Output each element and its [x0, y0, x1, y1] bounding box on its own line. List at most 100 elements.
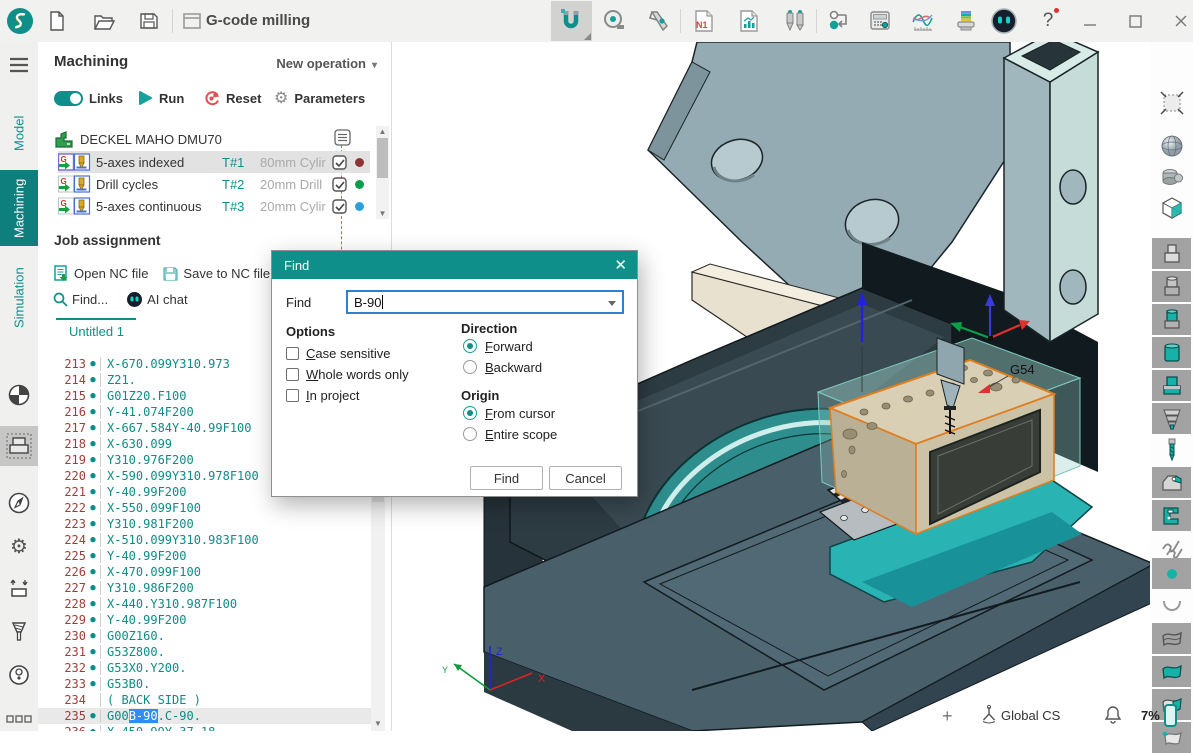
operation-row[interactable]: G 5-axes indexed T#1 80mm Cylir	[58, 151, 370, 173]
gcode-line[interactable]: 229●Y-40.99F200	[38, 612, 374, 628]
add-cs-button[interactable]: +	[942, 706, 953, 727]
additive-layers-icon[interactable]	[953, 9, 977, 33]
calculator-icon[interactable]	[868, 9, 892, 33]
find-button[interactable]: Find	[470, 466, 543, 490]
whole-words-checkbox[interactable]	[286, 368, 299, 381]
operation-link-icon[interactable]	[827, 9, 851, 33]
find-button-panel[interactable]: Find...	[52, 291, 108, 307]
reset-button[interactable]: Reset	[203, 88, 261, 108]
open-document-button[interactable]	[92, 9, 116, 33]
operation-checkbox[interactable]	[332, 199, 347, 214]
find-dialog-titlebar[interactable]: Find ✕	[272, 251, 637, 279]
gcode-line[interactable]: 227●Y310.986F200	[38, 580, 374, 596]
tab-model[interactable]: Model	[0, 108, 38, 158]
backward-radio[interactable]	[463, 360, 477, 374]
forward-label[interactable]: Forward	[485, 339, 533, 354]
from-cursor-label[interactable]: From cursor	[485, 406, 555, 421]
tab-machining[interactable]: Machining	[0, 170, 38, 246]
more-icon[interactable]	[0, 704, 38, 734]
caliper-icon[interactable]	[647, 9, 671, 33]
gcode-line[interactable]: 223●Y310.981F200	[38, 516, 374, 532]
shaded-view-icon[interactable]	[1152, 130, 1191, 161]
report-icon[interactable]	[737, 9, 761, 33]
maximize-button[interactable]	[1122, 9, 1148, 33]
cancel-button[interactable]: Cancel	[549, 466, 622, 490]
find-input[interactable]: B-90	[346, 290, 624, 314]
in-project-checkbox[interactable]	[286, 389, 299, 402]
open-nc-file-button[interactable]: Open NC file	[52, 264, 148, 282]
gcode-line[interactable]: 228●X-440.Y310.987F100	[38, 596, 374, 612]
global-cs-selector[interactable]: Global CS	[1001, 708, 1060, 723]
fit-view-icon[interactable]	[1152, 87, 1191, 118]
stock-wireframe-icon[interactable]	[1152, 238, 1191, 269]
points-icon[interactable]	[1152, 558, 1191, 589]
stock-icon[interactable]	[0, 380, 38, 410]
ai-chat-button[interactable]: AI chat	[126, 291, 187, 308]
gcode-line[interactable]: 225●Y-40.99F200	[38, 548, 374, 564]
chevron-down-icon[interactable]	[608, 301, 616, 306]
case-sens-checkbox[interactable]	[286, 347, 299, 360]
scroll-up-icon[interactable]: ▲	[376, 127, 389, 136]
ai-assistant-icon[interactable]	[990, 7, 1018, 35]
nc-tab-untitled[interactable]: Untitled 1	[69, 324, 124, 339]
gcode-line[interactable]: 233●G53B0.	[38, 676, 374, 692]
new-operation-button[interactable]: New operation▾	[276, 56, 377, 71]
part-view-icon[interactable]	[1152, 161, 1191, 192]
operation-row[interactable]: G 5-axes continuous T#3 20mm Cylir	[58, 195, 370, 217]
gcode-line[interactable]: 236●X-450.99Y-37.18	[38, 724, 374, 731]
stock-solid-icon[interactable]	[1152, 337, 1191, 368]
nc-program-icon[interactable]: N1	[692, 9, 716, 33]
run-button[interactable]: Run	[137, 88, 184, 108]
list-icon[interactable]	[334, 129, 351, 151]
tools-icon[interactable]	[781, 9, 805, 33]
parameters-button[interactable]: ⚙ Parameters	[274, 88, 365, 108]
menu-icon[interactable]	[0, 50, 38, 80]
stock-part-icon[interactable]	[1152, 304, 1191, 335]
toggle-switch[interactable]	[54, 91, 83, 106]
save-document-button[interactable]	[137, 9, 161, 33]
gcode-line[interactable]: 234( BACK SIDE )	[38, 692, 374, 708]
forward-radio[interactable]	[463, 339, 477, 353]
tab-simulation[interactable]: Simulation	[0, 260, 38, 336]
in-project-label[interactable]: In project	[306, 388, 360, 403]
close-button[interactable]	[1168, 9, 1193, 33]
surface-wireframe-icon[interactable]	[1152, 623, 1191, 654]
gcode-line[interactable]: 222●X-550.099F100	[38, 500, 374, 516]
fixture-icon[interactable]	[1152, 467, 1191, 498]
probe-icon[interactable]	[0, 660, 38, 690]
machine-node[interactable]: DECKEL MAHO DMU70	[54, 128, 222, 150]
iso-view-icon[interactable]	[1152, 192, 1191, 223]
magnet-snap-button[interactable]	[551, 1, 592, 41]
entire-scope-label[interactable]: Entire scope	[485, 427, 557, 442]
case-sens-label[interactable]: Case sensitive	[306, 346, 391, 361]
links-toggle[interactable]: Links	[54, 88, 123, 108]
operation-checkbox[interactable]	[332, 155, 347, 170]
scroll-down-icon[interactable]: ▼	[376, 209, 389, 218]
tool-icon[interactable]	[0, 617, 38, 647]
gcode-line[interactable]: 235●G00B-90.C-90.	[38, 708, 374, 724]
measure-tape-icon[interactable]	[602, 9, 626, 33]
workpiece-setup-icon[interactable]	[0, 574, 38, 604]
scroll-down-icon[interactable]: ▼	[371, 719, 385, 728]
holder-icon[interactable]	[1152, 403, 1191, 434]
from-cursor-radio[interactable]	[463, 406, 477, 420]
new-document-button[interactable]	[45, 9, 69, 33]
tool-drill-icon[interactable]	[1152, 434, 1191, 465]
gcode-line[interactable]: 226●X-470.099F100	[38, 564, 374, 580]
notifications-bell-icon[interactable]	[1104, 704, 1122, 727]
curves-icon[interactable]	[1152, 590, 1191, 621]
entire-scope-radio[interactable]	[463, 427, 477, 441]
graphs-icon[interactable]	[910, 9, 934, 33]
settings-gear-icon[interactable]: ⚙	[0, 531, 38, 561]
navigate-icon[interactable]	[0, 488, 38, 518]
stock-result-icon[interactable]	[1152, 370, 1191, 401]
operation-checkbox[interactable]	[332, 177, 347, 192]
gcode-line[interactable]: 224●X-510.099Y310.983F100	[38, 532, 374, 548]
backward-label[interactable]: Backward	[485, 360, 542, 375]
whole-words-label[interactable]: Whole words only	[306, 367, 409, 382]
close-icon[interactable]: ✕	[614, 256, 627, 274]
operations-scrollbar[interactable]: ▲ ▼	[376, 126, 389, 219]
save-nc-file-button[interactable]: Save to NC file	[162, 265, 270, 282]
stock-shaded-icon[interactable]	[1152, 271, 1191, 302]
gcode-line[interactable]: 230●G00Z160.	[38, 628, 374, 644]
